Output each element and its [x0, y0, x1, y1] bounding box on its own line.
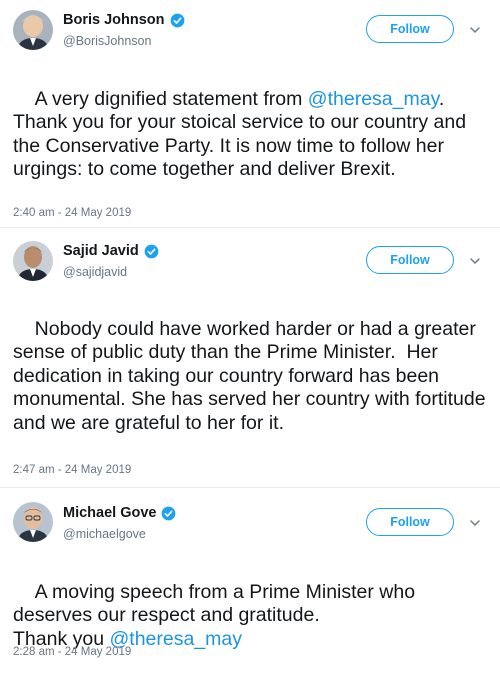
- avatar[interactable]: [13, 502, 53, 542]
- author-name[interactable]: Boris Johnson: [63, 12, 185, 28]
- mention-link[interactable]: @theresa_may: [308, 88, 439, 110]
- timestamp[interactable]: 2:40 am - 24 May 2019: [13, 207, 131, 219]
- verified-badge-icon: [144, 244, 159, 258]
- handle[interactable]: @michaelgove: [63, 527, 146, 541]
- follow-button[interactable]: Follow: [366, 246, 454, 274]
- tweet-text-part: A very dignified statement from: [34, 87, 308, 110]
- author-name-text[interactable]: Boris Johnson: [63, 12, 165, 28]
- timestamp[interactable]: 2:47 am - 24 May 2019: [13, 464, 131, 476]
- avatar[interactable]: [13, 241, 53, 281]
- tweet-text-part: Nobody could have worked harder or had a…: [13, 317, 492, 434]
- follow-button[interactable]: Follow: [366, 508, 454, 536]
- follow-button[interactable]: Follow: [366, 15, 454, 43]
- avatar[interactable]: [13, 10, 53, 50]
- tweet: Boris Johnson @BorisJohnson Follow A ver…: [0, 0, 500, 226]
- chevron-down-icon[interactable]: [469, 517, 481, 529]
- tweet: Sajid Javid @sajidjavid Follow Nobody co…: [0, 228, 500, 478]
- author-name-text[interactable]: Michael Gove: [63, 505, 156, 521]
- handle[interactable]: @sajidjavid: [63, 265, 127, 279]
- author-name[interactable]: Sajid Javid: [63, 243, 159, 259]
- verified-badge-icon: [162, 506, 176, 520]
- chevron-down-icon[interactable]: [469, 24, 481, 36]
- timestamp[interactable]: 2:28 am - 24 May 2019: [13, 646, 131, 658]
- verified-badge-icon: [170, 13, 184, 27]
- tweet-text: A very dignified statement from @theresa…: [13, 64, 491, 205]
- author-name-text[interactable]: Sajid Javid: [63, 243, 139, 259]
- tweet: Michael Gove @michaelgove Follow A movin…: [0, 488, 500, 674]
- handle[interactable]: @BorisJohnson: [63, 34, 151, 48]
- chevron-down-icon[interactable]: [469, 255, 481, 267]
- author-name[interactable]: Michael Gove: [63, 505, 176, 521]
- tweet-text: Nobody could have worked harder or had a…: [13, 294, 491, 459]
